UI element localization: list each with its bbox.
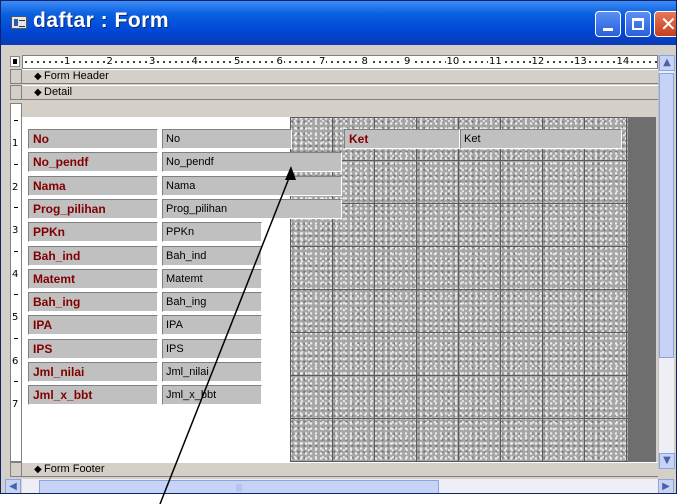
annotation-arrow bbox=[159, 166, 296, 504]
